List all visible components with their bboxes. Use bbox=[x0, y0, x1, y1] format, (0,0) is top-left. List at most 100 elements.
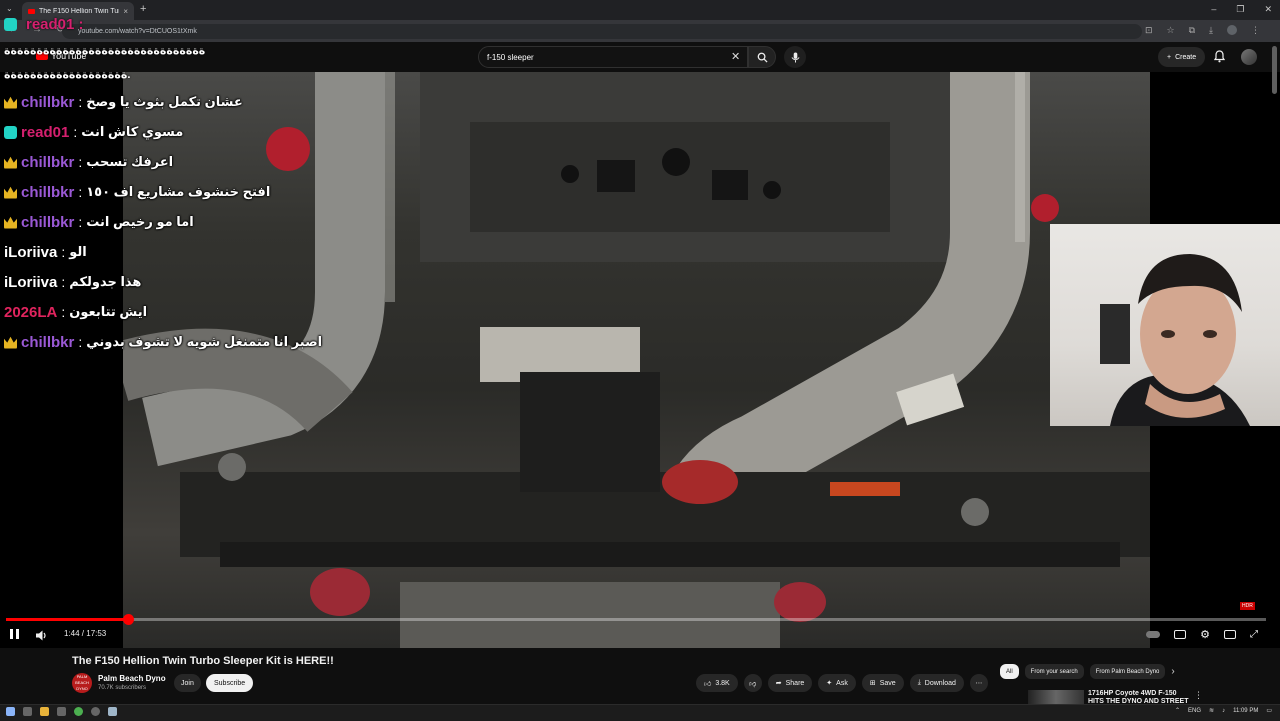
chips-next-icon[interactable]: › bbox=[1171, 666, 1174, 677]
share-label: Share bbox=[785, 679, 805, 687]
recommendation-chips: All From your search From Palm Beach Dyn… bbox=[1000, 664, 1175, 679]
search-clear-icon[interactable]: ✕ bbox=[731, 50, 740, 63]
channel-avatar[interactable]: PALM BEACH DYNO bbox=[72, 673, 92, 693]
recommended-more-icon[interactable]: ⋮ bbox=[1194, 690, 1203, 701]
obs-icon[interactable] bbox=[91, 707, 100, 716]
sparkle-icon: ✦ bbox=[826, 680, 833, 687]
thumbs-down-icon: 👎︎ bbox=[749, 680, 757, 688]
notifications-bell-icon[interactable] bbox=[1213, 50, 1226, 68]
new-tab-button[interactable]: + bbox=[140, 3, 146, 15]
tab-title: The F150 Hellion Twin Turbo Sleeper Kit … bbox=[39, 7, 119, 15]
time-display: 1:44 / 17:53 bbox=[64, 629, 107, 638]
taskbar-apps bbox=[6, 707, 117, 716]
share-button[interactable]: ➦ Share bbox=[767, 674, 813, 692]
minimize-icon[interactable]: – bbox=[1211, 4, 1216, 15]
video-actions: 👍︎ 3.8K 👎︎ ➦ Share ✦ Ask ⊞ Save ⤓ Downlo… bbox=[696, 674, 988, 692]
search-button[interactable] bbox=[748, 46, 776, 68]
video-player[interactable] bbox=[0, 72, 1150, 648]
start-icon[interactable] bbox=[6, 707, 15, 716]
save-label: Save bbox=[879, 679, 896, 687]
thumbs-up-icon: 👍︎ bbox=[704, 680, 712, 688]
autoplay-toggle[interactable] bbox=[1146, 631, 1161, 638]
download-label: Download bbox=[924, 679, 956, 687]
progress-played bbox=[6, 618, 128, 621]
save-button[interactable]: ⊞ Save bbox=[861, 674, 904, 692]
subtitles-icon[interactable] bbox=[1174, 630, 1187, 639]
navigation-buttons: ← → ↻ bbox=[8, 24, 64, 35]
extensions-icon[interactable]: ⧉ bbox=[1189, 25, 1195, 36]
search-taskbar-icon[interactable] bbox=[23, 707, 32, 716]
url-text: youtube.com/watch?v=DtCUOS1tXmk bbox=[78, 28, 197, 35]
settings-gear-icon[interactable]: ⚙ bbox=[1200, 628, 1210, 641]
os-taskbar bbox=[0, 704, 1280, 721]
browser-tab[interactable]: The F150 Hellion Twin Turbo Sleeper Kit … bbox=[22, 2, 134, 20]
microphone-icon bbox=[791, 52, 799, 62]
page-scrollbar[interactable] bbox=[1272, 46, 1277, 94]
fullscreen-icon[interactable]: ⤢ bbox=[1250, 629, 1258, 640]
forward-icon[interactable]: → bbox=[32, 24, 42, 35]
create-label: Create bbox=[1175, 53, 1197, 61]
browser-tab-bar bbox=[0, 0, 1280, 20]
restore-icon[interactable]: ❐ bbox=[1236, 4, 1244, 15]
streamer-webcam bbox=[1050, 224, 1280, 426]
volume-icon bbox=[36, 630, 46, 641]
chip-all[interactable]: All bbox=[1000, 664, 1019, 679]
download-icon[interactable]: ⤓ bbox=[1209, 25, 1213, 36]
terminal-icon[interactable] bbox=[57, 707, 66, 716]
youtube-favicon-icon bbox=[28, 8, 35, 14]
window-controls: – ❐ ✕ bbox=[1211, 4, 1272, 15]
download-button[interactable]: ⤓ Download bbox=[909, 674, 964, 692]
player-right-controls: ⚙ ⤢ bbox=[1146, 628, 1258, 641]
install-icon[interactable]: ⊡ bbox=[1145, 25, 1153, 36]
channel-name[interactable]: Palm Beach Dyno bbox=[98, 674, 166, 683]
youtube-logo[interactable]: YouTube bbox=[36, 51, 86, 61]
account-avatar[interactable] bbox=[1241, 49, 1257, 65]
video-letterbox-left bbox=[0, 72, 123, 648]
like-count: 3.8K bbox=[715, 679, 730, 687]
chrome-icon[interactable] bbox=[74, 707, 83, 716]
menu-icon[interactable]: ⋮ bbox=[1251, 25, 1260, 36]
more-actions-button[interactable]: ⋯ bbox=[969, 674, 988, 692]
file-explorer-icon[interactable] bbox=[40, 707, 49, 716]
ask-button[interactable]: ✦ Ask bbox=[818, 674, 856, 692]
profile-avatar[interactable] bbox=[1227, 25, 1237, 35]
streamer-image bbox=[1100, 254, 1250, 426]
notification-icon[interactable]: ▭ bbox=[1266, 707, 1272, 714]
chip-from-channel[interactable]: From Palm Beach Dyno bbox=[1089, 664, 1166, 679]
progress-track[interactable] bbox=[6, 618, 1266, 621]
system-tray: ⌃ ENG ≋ ♪ 11:09 PM ▭ bbox=[1175, 707, 1272, 715]
tab-search-icon[interactable]: ⌄ bbox=[6, 4, 13, 13]
pause-icon bbox=[16, 629, 19, 639]
url-bar[interactable]: youtube.com/watch?v=DtCUOS1tXmk bbox=[62, 24, 1142, 39]
app-icon[interactable] bbox=[108, 707, 117, 716]
volume-button[interactable] bbox=[36, 628, 48, 646]
search-icon bbox=[757, 52, 768, 63]
like-button[interactable]: 👍︎ 3.8K bbox=[696, 674, 738, 692]
pause-button[interactable] bbox=[10, 629, 19, 639]
tray-chevron-icon[interactable]: ⌃ bbox=[1175, 707, 1180, 714]
subscribe-button[interactable]: Subscribe bbox=[206, 674, 254, 692]
plus-icon: + bbox=[1167, 53, 1172, 61]
language-indicator[interactable]: ENG bbox=[1188, 708, 1201, 714]
hd-badge: HDR bbox=[1240, 602, 1255, 610]
voice-search-button[interactable] bbox=[784, 46, 806, 68]
clock[interactable]: 11:09 PM bbox=[1233, 708, 1258, 714]
speaker-icon[interactable]: ♪ bbox=[1222, 708, 1225, 714]
ask-label: Ask bbox=[836, 679, 848, 687]
youtube-logo-text: YouTube bbox=[51, 51, 87, 61]
join-button[interactable]: Join bbox=[174, 674, 201, 692]
back-icon[interactable]: ← bbox=[8, 24, 18, 35]
search-input[interactable]: f-150 sleeper bbox=[478, 46, 748, 68]
download-arrow-icon: ⤓ bbox=[917, 679, 921, 686]
bookmark-star-icon[interactable]: ☆ bbox=[1167, 25, 1175, 36]
miniplayer-icon[interactable] bbox=[1224, 630, 1236, 639]
pause-icon bbox=[10, 629, 13, 639]
progress-scrubber-handle[interactable] bbox=[123, 614, 134, 625]
create-button[interactable]: + Create bbox=[1158, 47, 1206, 67]
dislike-button[interactable]: 👎︎ bbox=[743, 674, 762, 692]
wifi-icon[interactable]: ≋ bbox=[1209, 707, 1214, 714]
chip-from-your-search[interactable]: From your search bbox=[1024, 664, 1084, 679]
tab-close-icon[interactable]: × bbox=[123, 7, 128, 16]
close-window-icon[interactable]: ✕ bbox=[1264, 4, 1272, 15]
more-horizontal-icon: ⋯ bbox=[975, 680, 983, 687]
